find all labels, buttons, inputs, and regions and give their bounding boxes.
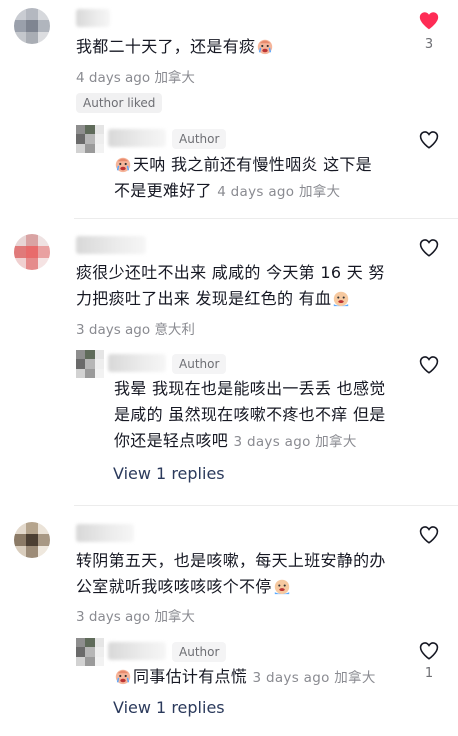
heart-outline-icon[interactable] xyxy=(418,524,440,546)
reply-meta: 4 days ago 加拿大 xyxy=(217,184,341,200)
avatar[interactable] xyxy=(14,234,50,270)
reply-meta: 3 days ago 加拿大 xyxy=(252,670,376,686)
username[interactable] xyxy=(76,524,134,542)
username[interactable] xyxy=(76,236,146,254)
username[interactable] xyxy=(76,9,110,27)
author-badge: Author xyxy=(172,129,227,149)
author-badge: Author xyxy=(172,354,227,374)
reply-username[interactable] xyxy=(108,642,166,660)
heart-outline-icon[interactable] xyxy=(418,129,440,151)
author-liked-badge: Author liked xyxy=(76,93,163,113)
comment-1: 我都二十天了，还是有痰 4 days ago 加拿大 Author liked … xyxy=(0,0,458,215)
heart-outline-icon[interactable] xyxy=(418,237,440,259)
view-replies-link[interactable]: View 1 replies xyxy=(113,464,225,483)
reply-avatar[interactable] xyxy=(76,125,104,153)
divider xyxy=(74,505,458,506)
comment-text: 我都二十天了，还是有痰 xyxy=(76,34,274,60)
reply-avatar[interactable] xyxy=(76,350,104,378)
comment-meta: 4 days ago 加拿大 xyxy=(76,70,195,86)
like-count: 1 xyxy=(424,666,434,681)
divider xyxy=(74,218,458,219)
author-badge: Author xyxy=(172,642,227,662)
comment-text: 痰很少还吐不出来 咸咸的 今天第 16 天 努 力把痰吐了出来 发现是红色的 有… xyxy=(76,263,385,308)
reply-avatar[interactable] xyxy=(76,638,104,666)
heart-filled-icon[interactable] xyxy=(418,10,440,32)
crying-emoji-icon xyxy=(334,291,349,307)
comment-text: 转阴第五天，也是咳嗽，每天上班安静的办 公室就听我咳咳咳咳个不停 xyxy=(76,551,386,596)
crying-emoji-icon xyxy=(274,579,289,595)
crying-emoji-icon xyxy=(258,39,273,55)
reply-meta: 3 days ago 加拿大 xyxy=(233,434,357,450)
avatar[interactable] xyxy=(14,522,50,558)
reply-text: 天呐 我之前还有慢性咽炎 这下是 不是更难好了 4 days ago 加拿大 xyxy=(114,155,372,200)
crying-emoji-icon xyxy=(115,157,131,173)
comment-3: 转阴第五天，也是咳嗽，每天上班安静的办 公室就听我咳咳咳咳个不停 3 days … xyxy=(0,514,458,736)
heart-outline-icon[interactable] xyxy=(418,354,440,376)
reply-username[interactable] xyxy=(108,354,166,372)
reply-text: 我晕 我现在也是能咳出一丢丢 也感觉 是咸的 虽然现在咳嗽不疼也不痒 但是 你还… xyxy=(114,379,386,450)
comment-meta: 3 days ago 加拿大 xyxy=(76,609,195,625)
view-replies-link[interactable]: View 1 replies xyxy=(113,698,225,717)
reply-text: 同事估计有点慌 3 days ago 加拿大 xyxy=(114,664,376,691)
reply-username[interactable] xyxy=(108,129,166,147)
comment-meta: 3 days ago 意大利 xyxy=(76,322,195,338)
like-count: 3 xyxy=(424,37,434,52)
avatar[interactable] xyxy=(14,8,50,44)
crying-emoji-icon xyxy=(115,669,131,685)
comment-2: 痰很少还吐不出来 咸咸的 今天第 16 天 努 力把痰吐了出来 发现是红色的 有… xyxy=(0,228,458,504)
heart-outline-icon[interactable] xyxy=(418,640,440,662)
